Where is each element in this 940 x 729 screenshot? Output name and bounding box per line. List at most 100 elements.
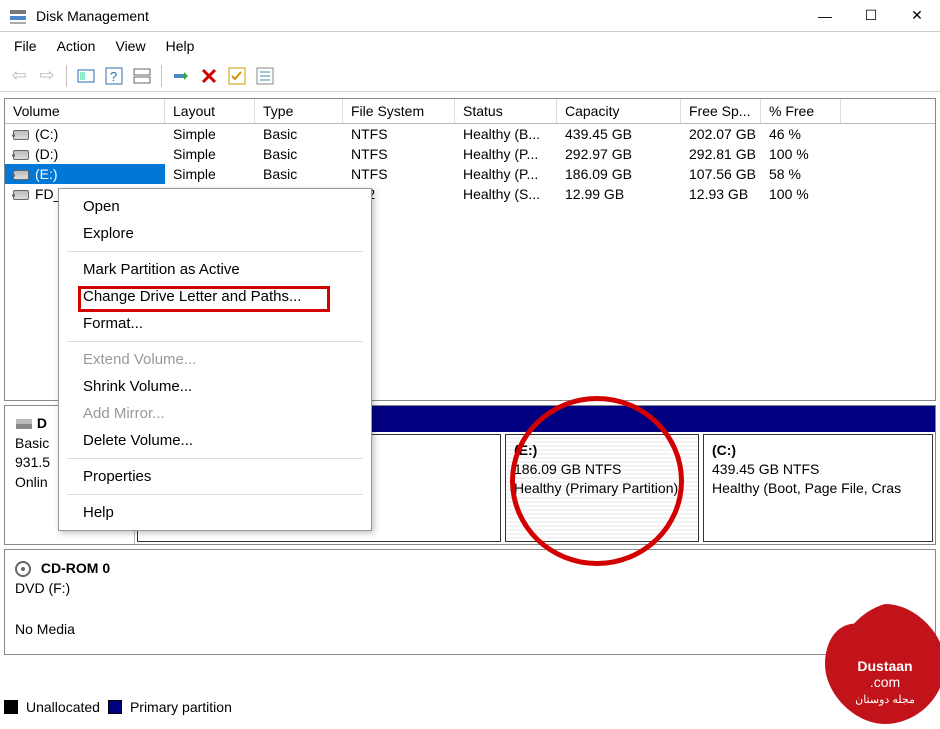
menu-change-drive-letter[interactable]: Change Drive Letter and Paths... [59,283,371,310]
disk-type: Basic [15,435,49,451]
menu-mark-active[interactable]: Mark Partition as Active [59,256,371,283]
toolbar: ⇦ ⇨ ? [0,60,940,92]
volume-status: Healthy (P... [455,164,557,184]
menu-help[interactable]: Help [156,34,205,58]
settings-button[interactable] [254,65,276,87]
watermark-text-2: .com [870,674,900,690]
check-button[interactable] [226,65,248,87]
legend-primary: Primary partition [130,699,232,715]
properties-button[interactable] [75,65,97,87]
volume-status: Healthy (P... [455,144,557,164]
volume-free: 107.56 GB [681,164,761,184]
partition-c-size: 439.45 GB NTFS [712,461,819,477]
menu-action[interactable]: Action [47,34,106,58]
disk-icon [15,415,33,433]
volume-name: (C:) [35,126,58,142]
volume-capacity: 439.45 GB [557,124,681,144]
help-button[interactable]: ? [103,65,125,87]
drive-icon [13,170,29,180]
partition-e-status: Healthy (Primary Partition) [514,480,678,496]
volume-free: 292.81 GB [681,144,761,164]
col-free[interactable]: Free Sp... [681,99,761,123]
swatch-primary [108,700,122,714]
menu-extend-volume: Extend Volume... [59,346,371,373]
legend-unallocated: Unallocated [26,699,100,715]
swatch-unallocated [4,700,18,714]
menu-file[interactable]: File [4,34,47,58]
col-filesystem[interactable]: File System [343,99,455,123]
partition-e-title: (E:) [514,442,537,458]
volume-status: Healthy (B... [455,124,557,144]
cdrom-panel[interactable]: CD-ROM 0 DVD (F:) No Media [4,549,936,655]
arrow-left-icon: ⇦ [11,65,26,86]
volume-name: (D:) [35,146,58,162]
svg-text:?: ? [110,69,117,84]
volume-free: 12.93 GB [681,184,761,204]
disk-size: 931.5 [15,454,50,470]
volume-layout: Simple [165,164,255,184]
window-controls: — ☐ ✕ [802,0,940,32]
disk-label: D [37,415,47,431]
menu-add-mirror: Add Mirror... [59,400,371,427]
col-layout[interactable]: Layout [165,99,255,123]
app-icon [8,6,28,26]
drive-icon [13,190,29,200]
menu-format[interactable]: Format... [59,310,371,337]
menu-explore[interactable]: Explore [59,220,371,247]
drive-icon [13,130,29,140]
volume-list-header: Volume Layout Type File System Status Ca… [5,99,935,124]
volume-free: 202.07 GB [681,124,761,144]
watermark-tagline: مجله دوستان [855,694,915,706]
volume-type: Basic [255,144,343,164]
minimize-button[interactable]: — [802,0,848,32]
legend: Unallocated Primary partition [4,699,232,715]
partition-c[interactable]: (C:) 439.45 GB NTFS Healthy (Boot, Page … [703,434,933,542]
layout-icon [133,67,151,85]
menu-properties[interactable]: Properties [59,463,371,490]
volume-pctfree: 58 % [761,164,841,184]
layout-button[interactable] [131,65,153,87]
col-type[interactable]: Type [255,99,343,123]
watermark-text-1: Dustaan [857,658,912,674]
volume-capacity: 292.97 GB [557,144,681,164]
volume-capacity: 12.99 GB [557,184,681,204]
x-icon [200,67,218,85]
col-status[interactable]: Status [455,99,557,123]
check-icon [228,67,246,85]
disk-state: Onlin [15,474,48,490]
volume-filesystem: NTFS [343,124,455,144]
cdrom-label: CD-ROM 0 [41,560,110,576]
arrow-right-icon: ⇨ [39,65,54,86]
volume-row[interactable]: (C:)SimpleBasicNTFSHealthy (B...439.45 G… [5,124,935,144]
cdrom-device: DVD (F:) [15,580,70,596]
volume-layout: Simple [165,144,255,164]
menu-help[interactable]: Help [59,499,371,526]
menu-delete-volume[interactable]: Delete Volume... [59,427,371,454]
volume-type: Basic [255,124,343,144]
col-pctfree[interactable]: % Free [761,99,841,123]
col-volume[interactable]: Volume [5,99,165,123]
volume-pctfree: 100 % [761,184,841,204]
volume-row[interactable]: (D:) SimpleBasicNTFSHealthy (P...292.97 G… [5,144,935,164]
cdrom-state: No Media [15,621,75,637]
partition-c-title: (C:) [712,442,736,458]
menu-view[interactable]: View [105,34,155,58]
help-icon: ? [105,67,123,85]
col-capacity[interactable]: Capacity [557,99,681,123]
partition-c-status: Healthy (Boot, Page File, Cras [712,480,901,496]
partition-e[interactable]: (E:) 186.09 GB NTFS Healthy (Primary Par… [505,434,699,542]
menu-shrink-volume[interactable]: Shrink Volume... [59,373,371,400]
volume-type: Basic [255,164,343,184]
volume-row[interactable]: (E:)SimpleBasicNTFSHealthy (P...186.09 G… [5,164,935,184]
titlebar: Disk Management — ☐ ✕ [0,0,940,32]
volume-filesystem: NTFS [343,144,455,164]
nav-forward-button[interactable]: ⇨ [36,65,58,87]
delete-button[interactable] [198,65,220,87]
close-button[interactable]: ✕ [894,0,940,32]
nav-back-button[interactable]: ⇦ [8,65,30,87]
menu-open[interactable]: Open [59,193,371,220]
volume-pctfree: 100 % [761,144,841,164]
maximize-button[interactable]: ☐ [848,0,894,32]
refresh-button[interactable] [170,65,192,87]
volume-name: (E:) [35,166,58,182]
